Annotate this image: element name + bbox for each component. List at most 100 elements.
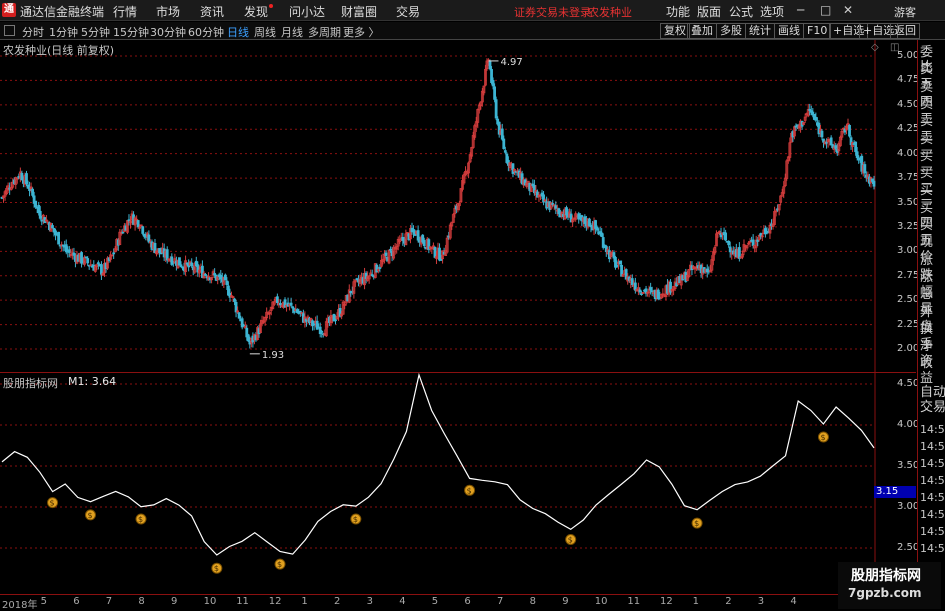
- candle-body: [751, 239, 755, 246]
- indicator-tick-label: 2.50: [897, 542, 920, 553]
- candle-body: [511, 163, 515, 174]
- candle-body: [147, 234, 151, 243]
- menu-market[interactable]: 市场: [156, 3, 180, 20]
- quote-side-panel: 委比 卖五 卖四 卖三 卖二 卖一 买一 买二 买三 买四 买五 现价 涨跌 涨幅 总量 外盘 换手 净资 收益 自动…: [917, 40, 945, 609]
- tick-time: 14:56: [920, 525, 945, 538]
- period-30min[interactable]: 30分钟: [150, 24, 186, 40]
- menu-news[interactable]: 资讯: [200, 3, 224, 20]
- menu-formula[interactable]: 公式: [729, 3, 753, 20]
- candle-body: [223, 274, 227, 281]
- app-title: 通达信金融终端: [20, 5, 105, 19]
- period-60min[interactable]: 60分钟: [188, 24, 224, 40]
- chart-canvas[interactable]: $ $ $ $ $ $ $ $ $ $ 4.97 1.93: [0, 40, 916, 594]
- date-tick-label: 12: [268, 596, 282, 607]
- draw-line-button[interactable]: 画线: [774, 23, 804, 39]
- trade-login-status[interactable]: 证券交易未登录: [514, 4, 591, 20]
- menu-discover[interactable]: 发现: [244, 3, 268, 20]
- menu-options[interactable]: 选项: [760, 3, 784, 20]
- candle-body: [600, 232, 604, 237]
- adjust-button[interactable]: 复权: [660, 23, 690, 39]
- candle-body: [112, 252, 116, 255]
- period-weekly[interactable]: 周线: [254, 24, 276, 40]
- date-tick-label: 8: [529, 596, 536, 607]
- panel-divider[interactable]: [0, 372, 916, 373]
- candle-body: [25, 173, 28, 185]
- candle-body: [649, 287, 653, 291]
- period-monthly[interactable]: 月线: [281, 24, 303, 40]
- close-icon[interactable]: ✕: [843, 3, 853, 17]
- candle-body: [863, 164, 867, 174]
- diamond-icon[interactable]: ◇: [871, 42, 879, 53]
- candle-body: [86, 258, 90, 264]
- watermark-url: 7gpzb.com: [848, 586, 922, 600]
- date-tick-label: 7: [497, 596, 504, 607]
- menu-wealth-circle[interactable]: 财富圈: [341, 3, 377, 20]
- menu-quotes[interactable]: 行情: [113, 3, 137, 20]
- menu-ask-xiaoda[interactable]: 问小达: [289, 3, 325, 20]
- candle-body: [289, 302, 293, 306]
- period-intraday[interactable]: 分时: [22, 24, 44, 40]
- candle-body: [595, 226, 599, 231]
- f10-button[interactable]: F10: [803, 23, 832, 39]
- watermark-logo: 股朋指标网 7gpzb.com: [838, 562, 941, 609]
- candle-body: [855, 151, 859, 159]
- menu-trade[interactable]: 交易: [396, 3, 420, 20]
- date-tick-label: 1: [301, 596, 308, 607]
- quote-field-label[interactable]: 收益: [920, 356, 945, 386]
- date-tick-label: 6: [464, 596, 471, 607]
- candle-body: [100, 264, 103, 275]
- period-more[interactable]: 更多 〉: [343, 24, 380, 40]
- indicator-tick-label: 4.50: [897, 378, 920, 389]
- period-5min[interactable]: 5分钟: [81, 24, 110, 40]
- price-tick-label: 3.75: [897, 172, 920, 184]
- price-tick-label: 2.75: [897, 269, 920, 281]
- overlay-button[interactable]: 叠加: [687, 23, 717, 39]
- candle-body: [279, 302, 282, 306]
- candle-body: [389, 248, 392, 251]
- candle-body: [20, 172, 24, 181]
- menu-layout[interactable]: 版面: [697, 3, 721, 20]
- statistics-button[interactable]: 统计: [745, 23, 775, 39]
- low-price-label: 1.93: [262, 350, 284, 361]
- candle-body: [121, 231, 125, 234]
- tick-time: 14:56: [920, 423, 945, 436]
- price-tick-label: 4.25: [897, 123, 920, 135]
- period-multi[interactable]: 多周期: [308, 24, 341, 40]
- candle-body: [834, 145, 838, 149]
- guest-user[interactable]: 游客: [894, 4, 916, 20]
- money-bag-glyph: $: [214, 564, 219, 573]
- period-15min[interactable]: 15分钟: [113, 24, 149, 40]
- maximize-icon[interactable]: □: [820, 3, 831, 17]
- candle-body: [491, 80, 495, 87]
- candle-body: [275, 296, 279, 304]
- price-tick-label: 2.25: [897, 318, 920, 330]
- indicator-last-value: 3.15: [874, 486, 916, 498]
- menu-functions[interactable]: 功能: [666, 3, 690, 20]
- date-tick-label: 11: [236, 596, 249, 607]
- auto-trade-label[interactable]: 自动交易: [920, 385, 945, 415]
- date-tick-label: 2: [334, 596, 341, 607]
- candle-body: [179, 264, 183, 268]
- candle-body: [233, 298, 236, 302]
- multi-stock-button[interactable]: 多股: [716, 23, 746, 39]
- date-tick-label: 7: [105, 596, 113, 607]
- minimize-icon[interactable]: ─: [797, 3, 804, 17]
- notification-dot-icon: [269, 4, 273, 8]
- date-tick-label: 9: [562, 596, 569, 607]
- candle-body: [829, 137, 833, 146]
- tick-time: 14:56: [920, 542, 945, 555]
- panel-toggle-icon[interactable]: [4, 25, 15, 36]
- candle-body: [488, 61, 492, 70]
- money-bag-glyph: $: [50, 499, 55, 508]
- back-button[interactable]: 返回: [890, 23, 920, 39]
- candle-body: [225, 280, 229, 286]
- candle-body: [246, 334, 250, 342]
- period-daily[interactable]: 日线: [227, 24, 249, 40]
- candle-body: [355, 278, 359, 281]
- date-tick-label: 3: [366, 596, 373, 607]
- money-bag-glyph: $: [568, 536, 573, 545]
- date-tick-label: 2: [725, 596, 732, 607]
- period-1min[interactable]: 1分钟: [49, 24, 78, 40]
- period-toolbar: 分时 1分钟 5分钟 15分钟 30分钟 60分钟 日线 周线 月线 多周期 更…: [0, 22, 945, 40]
- candle-body: [190, 262, 194, 267]
